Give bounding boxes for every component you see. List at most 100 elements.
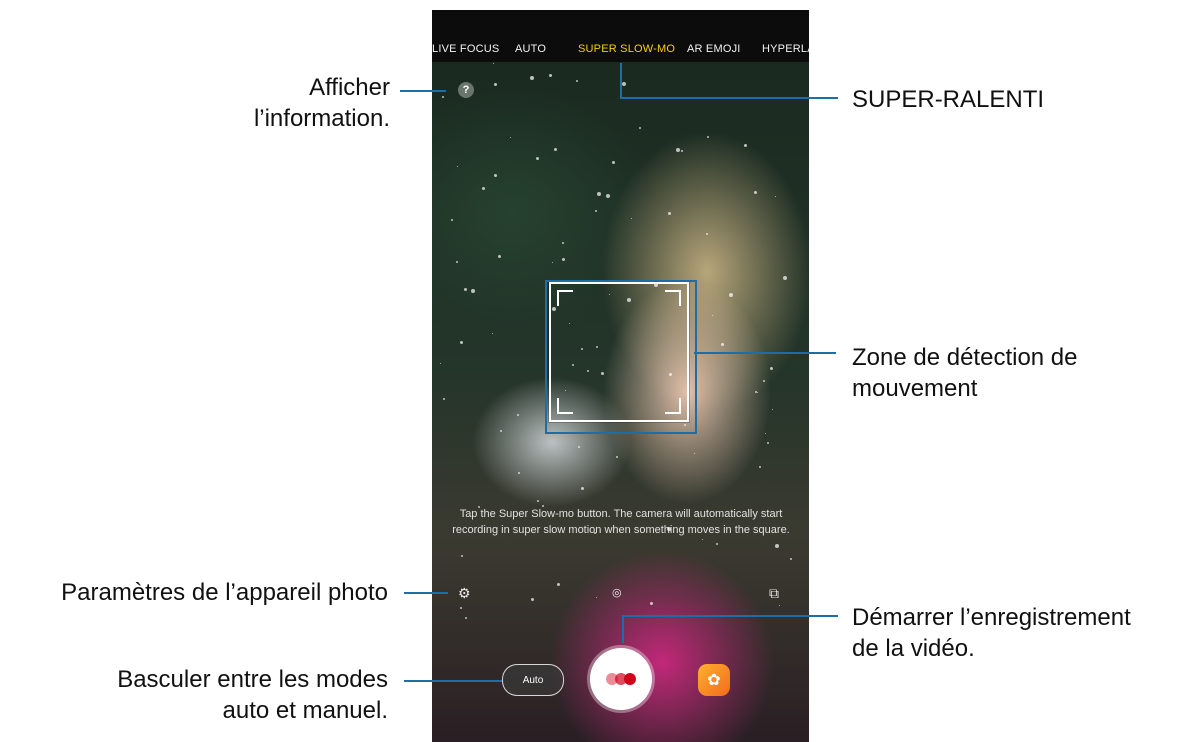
water-droplet: [552, 262, 553, 263]
water-droplet: [606, 194, 610, 198]
callout-info-line2: l’information.: [253, 105, 390, 132]
mode-ar-emoji[interactable]: AR EMOJI: [687, 43, 741, 55]
callout-info-line: [400, 90, 446, 92]
mode-live-focus[interactable]: LIVE FOCUS: [432, 43, 499, 55]
water-droplet: [772, 409, 773, 410]
water-droplet: [639, 127, 641, 129]
water-droplet: [706, 233, 708, 235]
water-droplet: [668, 212, 671, 215]
mode-bar: LIVE FOCUS AUTO SUPER SLOW-MO AR EMOJI H…: [432, 10, 809, 62]
gear-icon[interactable]: ⚙: [458, 586, 471, 600]
callout-record: Démarrer l’enregistrement de la vidéo.: [852, 602, 1131, 664]
callout-settings: Paramètres de l’appareil photo: [61, 579, 388, 606]
water-droplet: [562, 258, 565, 261]
callout-detect-line1: Zone de détection de: [852, 344, 1078, 371]
water-droplet: [460, 607, 462, 609]
water-droplet: [500, 430, 502, 432]
water-droplet: [518, 472, 520, 474]
water-droplet: [755, 391, 757, 393]
callout-record-hline: [622, 615, 838, 617]
water-droplet: [765, 433, 766, 434]
water-droplet: [790, 558, 792, 560]
callout-detect: Zone de détection de mouvement: [852, 342, 1078, 404]
water-droplet: [729, 293, 733, 297]
record-dots-icon: [606, 673, 636, 685]
water-droplet: [770, 367, 773, 370]
callout-toggle-line2: auto et manuel.: [222, 697, 388, 724]
water-droplet: [712, 315, 713, 316]
mode-hyperlapse[interactable]: HYPERLA: [762, 43, 809, 55]
water-droplet: [536, 157, 539, 160]
water-droplet: [471, 289, 475, 293]
auto-manual-toggle[interactable]: Auto: [502, 664, 564, 696]
callout-superslow-hline: [620, 97, 838, 99]
instruction-hint: Tap the Super Slow-mo button. The camera…: [452, 508, 790, 536]
water-droplet: [622, 82, 626, 86]
water-droplet: [576, 80, 578, 82]
callout-record-vline: [622, 615, 624, 643]
water-droplet: [616, 456, 618, 458]
water-droplet: [775, 196, 776, 197]
switch-camera-icon[interactable]: ⧉: [769, 586, 779, 600]
callout-info: Afficher l’information.: [254, 72, 390, 134]
record-button[interactable]: [590, 648, 652, 710]
water-droplet: [707, 136, 709, 138]
water-droplet: [440, 363, 441, 364]
water-droplet: [451, 219, 453, 221]
callout-toggle: Basculer entre les modes auto et manuel.: [117, 664, 388, 726]
flash-icon[interactable]: ◎: [612, 586, 622, 600]
water-droplet: [498, 255, 501, 258]
callout-record-line1: Démarrer l’enregistrement: [852, 604, 1131, 631]
water-droplet: [702, 539, 703, 540]
water-droplet: [694, 453, 695, 454]
effects-icon[interactable]: ✿: [698, 664, 730, 696]
water-droplet: [461, 555, 463, 557]
callout-toggle-line: [404, 680, 502, 682]
water-droplet: [465, 617, 467, 619]
help-icon[interactable]: ?: [458, 82, 474, 98]
callout-superslow: SUPER-RALENTI: [852, 86, 1045, 113]
water-droplet: [744, 144, 747, 147]
water-droplet: [442, 96, 444, 98]
water-droplet: [763, 380, 765, 382]
detection-highlight: [545, 280, 697, 434]
water-droplet: [531, 598, 534, 601]
water-droplet: [517, 414, 519, 416]
water-droplet: [721, 343, 724, 346]
water-droplet: [562, 242, 564, 244]
water-droplet: [494, 174, 497, 177]
water-droplet: [581, 487, 584, 490]
water-droplet: [783, 276, 787, 280]
water-droplet: [557, 583, 560, 586]
water-droplet: [716, 543, 718, 545]
water-droplet: [494, 83, 497, 86]
mode-super-slow-mo[interactable]: SUPER SLOW-MO: [578, 43, 675, 55]
water-droplet: [464, 288, 467, 291]
water-droplet: [759, 466, 761, 468]
water-droplet: [681, 150, 683, 152]
callout-detect-line2: mouvement: [852, 375, 978, 402]
water-droplet: [676, 148, 680, 152]
callout-record-line2: de la vidéo.: [852, 635, 975, 662]
water-droplet: [578, 446, 580, 448]
water-droplet: [754, 191, 757, 194]
water-droplet: [597, 192, 601, 196]
water-droplet: [537, 500, 539, 502]
water-droplet: [530, 76, 534, 80]
water-droplet: [779, 605, 780, 606]
water-droplet: [767, 442, 769, 444]
water-droplet: [595, 210, 597, 212]
water-droplet: [650, 602, 653, 605]
water-droplet: [510, 137, 511, 138]
callout-detect-line: [694, 352, 836, 354]
water-droplet: [549, 74, 552, 77]
water-droplet: [460, 341, 463, 344]
mode-auto[interactable]: AUTO: [515, 43, 546, 55]
water-droplet: [775, 544, 779, 548]
callout-superslow-vline: [620, 63, 622, 99]
water-droplet: [757, 392, 758, 393]
callout-info-line1: Afficher: [309, 74, 390, 101]
water-droplet: [554, 148, 557, 151]
water-droplet: [596, 597, 597, 598]
callout-toggle-line1: Basculer entre les modes: [117, 666, 388, 693]
